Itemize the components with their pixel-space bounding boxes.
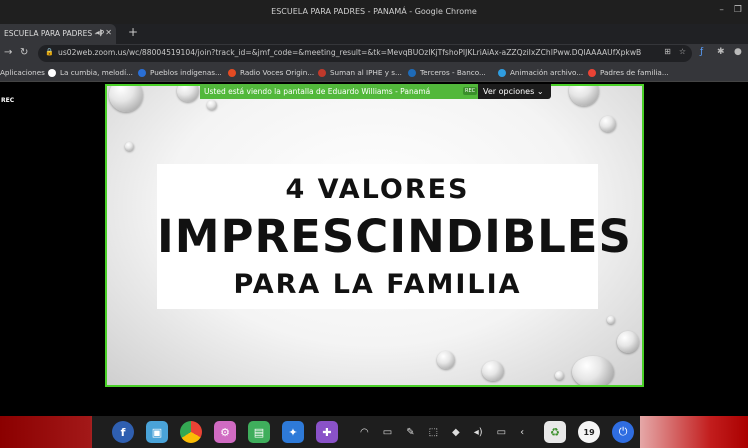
package-icon[interactable]: ◆ bbox=[452, 427, 460, 438]
bookmark-star-icon[interactable]: ☆ bbox=[679, 47, 686, 56]
water-drop-decoration bbox=[607, 316, 615, 324]
water-drop-decoration bbox=[109, 86, 143, 112]
edge-icon bbox=[498, 68, 506, 77]
forward-icon[interactable]: → bbox=[4, 47, 12, 58]
store-icon[interactable]: ▣ bbox=[146, 421, 168, 443]
site-icon bbox=[138, 68, 146, 77]
water-drop-decoration bbox=[572, 356, 614, 385]
bookmark-item[interactable]: La cumbia, melodí... bbox=[48, 68, 133, 77]
bookmark-label: La cumbia, melodí... bbox=[60, 68, 133, 77]
plugins-icon[interactable]: ✚ bbox=[316, 421, 338, 443]
tab-title: ESCUELA PARA PADRES - P bbox=[4, 29, 105, 38]
window-icon[interactable]: ▭ bbox=[383, 427, 392, 438]
screenshot-icon[interactable]: ⬚ bbox=[429, 427, 438, 438]
recording-indicator: REC bbox=[1, 97, 15, 104]
water-drop-decoration bbox=[177, 86, 199, 102]
bookmark-label: Aplicaciones bbox=[0, 68, 45, 77]
news-icon bbox=[318, 68, 326, 77]
battery-icon[interactable]: ▭ bbox=[497, 427, 506, 438]
new-tab-button[interactable]: + bbox=[128, 25, 138, 39]
minimize-icon[interactable]: – bbox=[719, 5, 724, 15]
shared-screen: 4 VALORES IMPRESCINDIBLES PARA LA FAMILI… bbox=[105, 84, 644, 387]
water-drop-decoration bbox=[207, 100, 217, 110]
water-drop-decoration bbox=[437, 351, 455, 369]
wifi-icon[interactable]: ◠ bbox=[360, 427, 369, 438]
lock-icon: 🔒 bbox=[45, 48, 54, 56]
bookmark-label: Padres de familia... bbox=[600, 68, 669, 77]
bookmark-label: Radio Voces Origin... bbox=[240, 68, 315, 77]
bank-icon bbox=[408, 68, 416, 77]
reload-icon[interactable]: ↻ bbox=[20, 47, 28, 58]
slide-title-box: 4 VALORES IMPRESCINDIBLES PARA LA FAMILI… bbox=[157, 164, 632, 309]
view-options-button[interactable]: Ver opciones ⌄ bbox=[478, 84, 551, 99]
tab-close-icon[interactable]: ✕ bbox=[105, 28, 112, 37]
profile-avatar-icon[interactable]: ● bbox=[734, 47, 742, 57]
url-text: us02web.zoom.us/wc/88004519104/join?trac… bbox=[58, 48, 642, 57]
notes-icon[interactable]: ▤ bbox=[248, 421, 270, 443]
bookmark-label: Terceros - Banco... bbox=[420, 68, 486, 77]
radio-icon bbox=[228, 68, 236, 77]
chrome-icon[interactable] bbox=[180, 421, 202, 443]
browser-tab[interactable]: ESCUELA PARA PADRES - P ◂) ✕ bbox=[0, 24, 116, 44]
settings-gear-icon[interactable]: ⚙ bbox=[214, 421, 236, 443]
bookmark-label: Pueblos indígenas... bbox=[150, 68, 222, 77]
zoom-meeting-viewport: REC 4 VALORES IMPRESCINDIBLES PARA LA FA… bbox=[0, 82, 748, 416]
bookmark-item[interactable]: Suman al IPHE y s... bbox=[318, 68, 402, 77]
bookmark-label: Suman al IPHE y s... bbox=[330, 68, 402, 77]
pen-icon[interactable]: ✎ bbox=[406, 427, 414, 438]
extensions-puzzle-icon[interactable]: ✱ bbox=[717, 47, 725, 57]
address-bar[interactable]: 🔒 us02web.zoom.us/wc/88004519104/join?tr… bbox=[38, 45, 692, 62]
water-drop-decoration bbox=[482, 361, 504, 381]
trash-icon[interactable]: ♻ bbox=[544, 421, 567, 443]
desktop-taskbar: f ▣ ⚙ ▤ ✦ ✚ ◠ ▭ ✎ ⬚ ◆ ◂) ▭ ‹ ♻ 19 ⏻ bbox=[0, 416, 748, 448]
bookmark-label: Animación archivo... bbox=[510, 68, 584, 77]
chevron-down-icon: ⌄ bbox=[536, 87, 544, 96]
extension-f-icon[interactable]: ƒ bbox=[700, 47, 703, 57]
fedora-icon[interactable]: f bbox=[112, 421, 134, 443]
bookmark-item[interactable]: Terceros - Banco... bbox=[408, 68, 486, 77]
wikipedia-icon bbox=[48, 68, 56, 77]
water-drop-decoration bbox=[555, 371, 564, 380]
screen-share-banner: Usted está viendo la pantalla de Eduardo… bbox=[200, 84, 478, 99]
audio-icon[interactable]: ◂) bbox=[96, 28, 103, 37]
slide-line-3: PARA LA FAMILIA bbox=[233, 269, 522, 300]
bookmark-item[interactable]: Animación archivo... bbox=[498, 68, 583, 77]
app-dock: f ▣ ⚙ ▤ ✦ ✚ ◠ ▭ ✎ ⬚ ◆ ◂) ▭ ‹ ♻ 19 ⏻ bbox=[92, 416, 640, 448]
water-drop-decoration bbox=[125, 142, 134, 151]
restore-icon[interactable]: ❐ bbox=[734, 5, 742, 15]
bookmark-item[interactable]: Padres de familia... bbox=[588, 68, 669, 77]
collapse-chevron-icon[interactable]: ‹ bbox=[520, 427, 524, 438]
code-editor-icon[interactable]: ✦ bbox=[282, 421, 304, 443]
translate-icon[interactable]: ⊞ bbox=[664, 47, 671, 56]
browser-toolbar: → ↻ 🔒 us02web.zoom.us/wc/88004519104/joi… bbox=[0, 44, 748, 64]
water-drop-decoration bbox=[569, 86, 599, 106]
bookmark-item[interactable]: Aplicaciones bbox=[0, 68, 45, 77]
view-options-label: Ver opciones bbox=[483, 87, 535, 96]
google-icon bbox=[588, 68, 596, 77]
volume-icon[interactable]: ◂) bbox=[474, 427, 483, 438]
bookmark-item[interactable]: Radio Voces Origin... bbox=[228, 68, 314, 77]
slide-line-2: IMPRESCINDIBLES bbox=[157, 210, 632, 263]
water-drop-decoration bbox=[600, 116, 616, 132]
bookmarks-bar: Aplicaciones La cumbia, melodí... Pueblo… bbox=[0, 64, 748, 82]
window-titlebar: ESCUELA PARA PADRES - PANAMÁ - Google Ch… bbox=[0, 0, 748, 24]
banner-rec-badge: REC bbox=[463, 87, 478, 95]
window-title: ESCUELA PARA PADRES - PANAMÁ - Google Ch… bbox=[271, 7, 477, 16]
share-banner-text: Usted está viendo la pantalla de Eduardo… bbox=[204, 87, 431, 96]
clock-widget[interactable]: 19 bbox=[578, 421, 601, 443]
power-icon[interactable]: ⏻ bbox=[612, 421, 635, 443]
bookmark-item[interactable]: Pueblos indígenas... bbox=[138, 68, 222, 77]
slide-line-1: 4 VALORES bbox=[285, 174, 470, 205]
water-drop-decoration bbox=[617, 331, 639, 353]
